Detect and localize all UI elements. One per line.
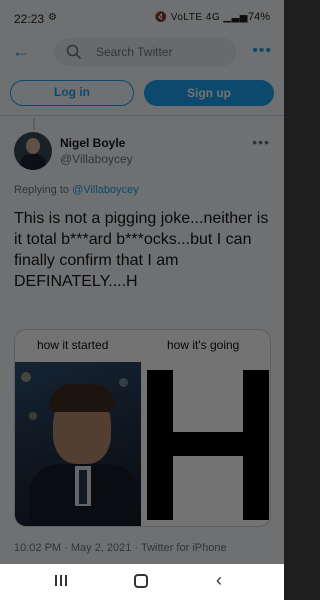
tweet-more-icon[interactable]: ••• bbox=[252, 134, 270, 150]
photo-light bbox=[119, 378, 128, 387]
home-icon[interactable] bbox=[134, 574, 148, 588]
recents-line bbox=[55, 575, 57, 586]
thread-connector bbox=[33, 118, 35, 130]
photo-light bbox=[29, 412, 37, 420]
settings-notification-icon: ⚙ bbox=[48, 12, 57, 23]
media-caption-right: how it's going bbox=[167, 338, 240, 352]
top-bar: ← Search Twitter ••• bbox=[0, 36, 284, 68]
avatar[interactable] bbox=[14, 132, 52, 170]
auth-buttons: Log in Sign up bbox=[0, 78, 284, 108]
author-handle[interactable]: @Villaboycey bbox=[60, 152, 133, 166]
tweet-media[interactable]: how it started how it's going bbox=[14, 329, 271, 527]
tweet-timestamp[interactable]: 10:02 PM · May 2, 2021 · Twitter for iPh… bbox=[14, 542, 227, 554]
search-placeholder: Search Twitter bbox=[96, 45, 173, 59]
photo-light bbox=[21, 372, 31, 382]
replying-prefix: Replying to bbox=[14, 184, 73, 196]
man-in-suit-photo bbox=[15, 362, 141, 526]
letter-h-graphic bbox=[147, 370, 269, 520]
search-icon bbox=[66, 44, 82, 60]
twitter-app: 22:23 ⚙ 🔇 VoLTE 4G ▁▃▅ 74% ← Search Twit… bbox=[0, 0, 284, 564]
photo-tie bbox=[79, 470, 87, 504]
status-bar: 22:23 ⚙ 🔇 VoLTE 4G ▁▃▅ 74% bbox=[0, 0, 284, 36]
status-time: 22:23 bbox=[14, 12, 45, 26]
media-caption-left: how it started bbox=[37, 338, 109, 352]
photo-hair bbox=[49, 384, 115, 412]
back-arrow-icon[interactable]: ← bbox=[10, 40, 32, 62]
more-options-icon[interactable]: ••• bbox=[252, 42, 272, 60]
battery-level: 74% bbox=[247, 11, 270, 23]
network-indicators: 🔇 VoLTE 4G ▁▃▅ bbox=[154, 12, 248, 23]
avatar-head bbox=[26, 138, 40, 154]
login-button[interactable]: Log in bbox=[10, 80, 134, 106]
divider bbox=[0, 115, 284, 116]
author-name[interactable]: Nigel Boyle bbox=[60, 136, 125, 150]
search-bar[interactable]: Search Twitter bbox=[54, 38, 236, 66]
recents-icon[interactable] bbox=[54, 574, 68, 588]
tweet-text: This is not a pigging joke...neither is … bbox=[14, 210, 269, 290]
recents-line bbox=[65, 575, 67, 586]
recents-line bbox=[60, 575, 62, 586]
letter-h-right bbox=[243, 370, 269, 520]
signup-button[interactable]: Sign up bbox=[144, 80, 274, 106]
replying-to: Replying to @Villaboycey bbox=[14, 184, 139, 196]
back-chevron-icon[interactable]: ‹ bbox=[216, 570, 222, 591]
replying-to-link[interactable]: @Villaboycey bbox=[72, 184, 139, 196]
system-nav-bar: ‹ bbox=[0, 564, 284, 600]
avatar-body bbox=[20, 154, 46, 170]
